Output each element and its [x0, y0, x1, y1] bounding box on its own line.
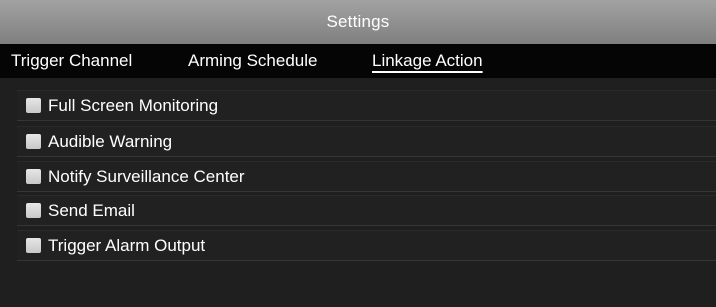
option-label: Audible Warning — [48, 132, 173, 151]
window-title: Settings — [0, 0, 716, 44]
tab-linkage-action[interactable]: Linkage Action — [372, 44, 483, 78]
notify-surveillance-center-checkbox[interactable] — [26, 169, 41, 184]
option-label: Notify Surveillance Center — [48, 167, 245, 186]
option-label: Trigger Alarm Output — [48, 236, 206, 255]
tab-trigger-channel[interactable]: Trigger Channel — [11, 44, 132, 78]
option-notify-surveillance-center[interactable]: Notify Surveillance Center — [17, 161, 716, 192]
option-label: Full Screen Monitoring — [48, 96, 219, 115]
trigger-alarm-output-checkbox[interactable] — [26, 238, 41, 253]
tab-bar: Trigger Channel Arming Schedule Linkage … — [0, 44, 716, 78]
audible-warning-checkbox[interactable] — [26, 134, 41, 149]
settings-window: Settings Trigger Channel Arming Schedule… — [0, 0, 716, 307]
send-email-checkbox[interactable] — [26, 203, 41, 218]
linkage-action-panel: Full Screen Monitoring Audible Warning N… — [0, 78, 716, 307]
option-label: Send Email — [48, 201, 135, 220]
tab-arming-schedule[interactable]: Arming Schedule — [188, 44, 317, 78]
tab-label: Linkage Action — [372, 51, 483, 70]
option-trigger-alarm-output[interactable]: Trigger Alarm Output — [17, 230, 716, 261]
full-screen-monitoring-checkbox[interactable] — [26, 98, 41, 113]
option-audible-warning[interactable]: Audible Warning — [17, 126, 716, 157]
tab-label: Trigger Channel — [11, 51, 133, 70]
option-full-screen-monitoring[interactable]: Full Screen Monitoring — [17, 90, 716, 121]
tab-label: Arming Schedule — [188, 51, 318, 70]
option-send-email[interactable]: Send Email — [17, 195, 716, 226]
